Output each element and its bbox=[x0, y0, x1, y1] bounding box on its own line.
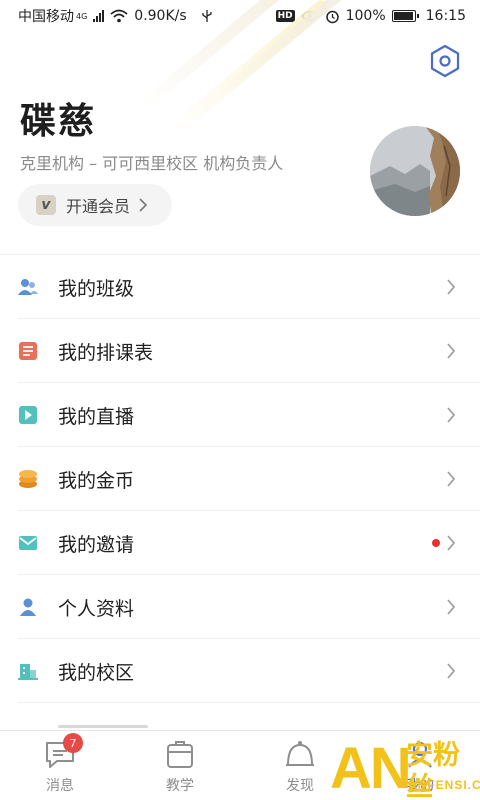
users-icon bbox=[18, 279, 38, 295]
watermark-brand: AN bbox=[330, 736, 412, 800]
mail-icon bbox=[19, 536, 37, 550]
site-watermark: AN 安粉丝 ANFENSI.COM bbox=[330, 738, 480, 800]
coin-icon bbox=[19, 470, 37, 488]
tab-label: 发现 bbox=[286, 778, 314, 794]
chevron-right-icon bbox=[447, 343, 456, 359]
menu-item-profile[interactable]: 个人资料 bbox=[0, 575, 480, 639]
menu-item-partial bbox=[0, 703, 480, 733]
tab-label: 教学 bbox=[166, 778, 194, 794]
menu-list: 我的班级 我的排课表 我的直播 我的金币 我的邀请 个人资料 我的校区 bbox=[0, 255, 480, 703]
menu-item-my-campus[interactable]: 我的校区 bbox=[0, 639, 480, 703]
menu-item-my-invites[interactable]: 我的邀请 bbox=[0, 511, 480, 575]
user-name: 碟慈 bbox=[20, 101, 97, 142]
chevron-right-icon bbox=[447, 599, 456, 615]
notification-dot bbox=[432, 539, 440, 547]
campus-icon bbox=[18, 664, 38, 680]
clock: 16:15 bbox=[425, 8, 466, 24]
battery-percent: 100% bbox=[345, 8, 386, 24]
menu-item-my-class[interactable]: 我的班级 bbox=[0, 255, 480, 319]
menu-label: 我的邀请 bbox=[58, 533, 135, 556]
wifi-icon bbox=[110, 9, 128, 23]
vip-button[interactable]: v 开通会员 bbox=[18, 184, 172, 226]
menu-label: 我的校区 bbox=[58, 661, 135, 684]
menu-item-my-live[interactable]: 我的直播 bbox=[0, 383, 480, 447]
network-speed: 0.90K/s bbox=[134, 8, 187, 24]
battery-icon bbox=[391, 10, 419, 22]
tab-messages[interactable]: 7 消息 bbox=[0, 731, 120, 800]
chevron-right-icon bbox=[139, 198, 148, 212]
menu-label: 我的排课表 bbox=[58, 341, 154, 364]
org-info: 克里机构 – 可可西里校区 机构负责人 bbox=[20, 154, 284, 173]
chevron-right-icon bbox=[447, 663, 456, 679]
network-type: 4G bbox=[76, 11, 88, 21]
teaching-icon bbox=[167, 741, 193, 768]
chevron-right-icon bbox=[447, 407, 456, 423]
schedule-icon bbox=[19, 342, 37, 360]
vip-icon: v bbox=[36, 195, 56, 215]
menu-item-my-coins[interactable]: 我的金币 bbox=[0, 447, 480, 511]
avatar[interactable] bbox=[370, 126, 460, 216]
avatar-image bbox=[370, 126, 460, 216]
unread-badge: 7 bbox=[63, 733, 83, 753]
discover-icon bbox=[286, 741, 314, 766]
watermark-en: ANFENSI.COM bbox=[408, 778, 480, 792]
chevron-right-icon bbox=[447, 471, 456, 487]
chevron-right-icon bbox=[447, 535, 456, 551]
person-icon bbox=[20, 598, 36, 616]
vip-label: 开通会员 bbox=[66, 197, 131, 216]
menu-label: 我的金币 bbox=[58, 469, 135, 492]
usb-icon bbox=[202, 10, 212, 22]
live-icon bbox=[19, 406, 37, 424]
hd-badge: HD bbox=[275, 10, 295, 22]
settings-button[interactable] bbox=[428, 44, 462, 78]
signal-icon bbox=[93, 10, 105, 22]
menu-item-my-schedule[interactable]: 我的排课表 bbox=[0, 319, 480, 383]
tab-teaching[interactable]: 教学 bbox=[120, 731, 240, 800]
settings-icon bbox=[430, 44, 460, 78]
carrier-label: 中国移动 bbox=[18, 9, 74, 25]
tab-label: 消息 bbox=[46, 778, 74, 794]
menu-label: 个人资料 bbox=[58, 597, 135, 620]
menu-label: 我的班级 bbox=[58, 277, 135, 300]
chevron-right-icon bbox=[447, 279, 456, 295]
menu-label: 我的直播 bbox=[58, 405, 135, 428]
